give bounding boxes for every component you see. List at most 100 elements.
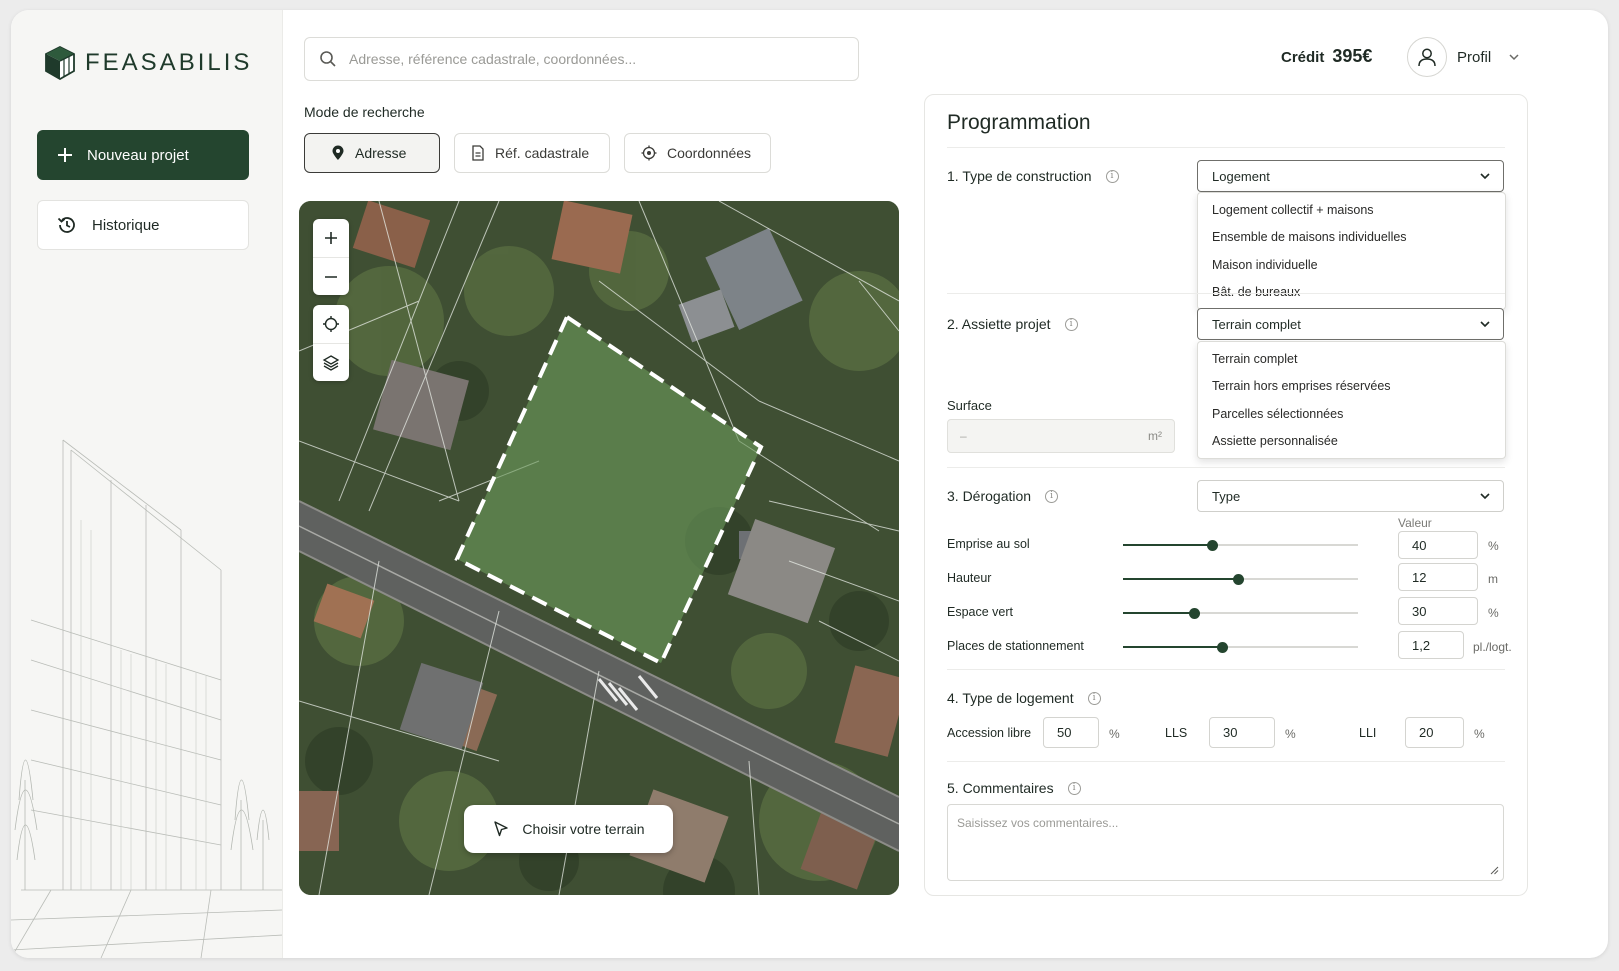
value-column-header: Valeur [1398, 516, 1432, 530]
lli-value-input[interactable]: 20 [1405, 717, 1464, 748]
map-view[interactable]: Choisir votre terrain [299, 201, 899, 895]
info-icon[interactable]: i [1064, 317, 1078, 331]
assiette-option[interactable]: Parcelles sélectionnées [1198, 400, 1505, 428]
plus-icon [325, 232, 337, 244]
building-sketch-illustration [11, 439, 282, 958]
search-input[interactable] [349, 51, 829, 67]
slider-thumb[interactable] [1207, 540, 1219, 551]
zoom-out-button[interactable] [313, 257, 349, 295]
mode-coordinates-label: Coordonnées [667, 145, 752, 161]
search-icon [320, 51, 336, 67]
locate-button[interactable] [313, 305, 349, 343]
derogation-type-value: Type [1212, 488, 1241, 504]
espace-vert-value-input[interactable]: 30 [1398, 597, 1478, 625]
lls-value-input[interactable]: 30 [1209, 717, 1275, 748]
app-window: FEASABILIS Nouveau projet Historique Adr… [11, 10, 1608, 958]
search-bar[interactable] [304, 37, 859, 81]
divider [947, 669, 1505, 670]
slider-thumb[interactable] [1216, 642, 1228, 653]
surface-unit: m² [1148, 429, 1162, 443]
derogation-label: 3. Dérogation i [947, 488, 1059, 504]
slider-thumb[interactable] [1188, 608, 1200, 619]
new-project-label: Nouveau projet [87, 146, 189, 164]
pin-icon [332, 145, 344, 160]
layers-button[interactable] [313, 343, 349, 381]
zoom-controls [313, 219, 349, 295]
assiette-option[interactable]: Terrain complet [1198, 345, 1505, 373]
slider-track[interactable] [1123, 540, 1358, 551]
assiette-value: Terrain complet [1212, 316, 1301, 332]
brand-logo[interactable]: FEASABILIS [45, 46, 252, 80]
construction-type-text: 1. Type de construction [947, 168, 1092, 184]
construction-type-select[interactable]: Logement [1197, 160, 1504, 192]
espace-vert-unit: % [1488, 606, 1499, 620]
slider-label: Emprise au sol [947, 537, 1030, 551]
slider-thumb[interactable] [1233, 574, 1245, 585]
resize-grip-icon[interactable] [1489, 865, 1499, 875]
map-toolbar [313, 219, 349, 381]
slider-stationnement: Places de stationnement 1,2 pl./logt. [947, 631, 1517, 662]
assiette-option[interactable]: Assiette personnalisée [1198, 428, 1505, 456]
chevron-down-icon [1480, 321, 1490, 328]
slider-label: Hauteur [947, 571, 992, 585]
zoom-in-button[interactable] [313, 219, 349, 257]
mode-coordinates-button[interactable]: Coordonnées [624, 133, 771, 173]
map-extra-controls [313, 305, 349, 381]
assiette-text: 2. Assiette projet [947, 316, 1051, 332]
emprise-unit: % [1488, 539, 1499, 553]
construction-option[interactable]: Logement collectif + maisons [1198, 196, 1505, 224]
slider-hauteur: Hauteur 12 m [947, 563, 1517, 594]
hauteur-value-input[interactable]: 12 [1398, 563, 1478, 591]
derogation-type-select[interactable]: Type [1197, 480, 1504, 512]
logement-type-label: 4. Type de logement i [947, 690, 1101, 706]
comments-textarea[interactable] [947, 804, 1504, 881]
new-project-button[interactable]: Nouveau projet [37, 130, 249, 180]
accession-label: Accession libre [947, 726, 1032, 740]
surface-label: Surface [947, 398, 992, 413]
info-icon[interactable]: i [1087, 691, 1101, 705]
mode-cadastral-button[interactable]: Réf. cadastrale [454, 133, 610, 173]
construction-option[interactable]: Ensemble de maisons individuelles [1198, 224, 1505, 252]
mode-address-button[interactable]: Adresse [304, 133, 440, 173]
slider-track[interactable] [1123, 608, 1358, 619]
assiette-option[interactable]: Terrain hors emprises réservées [1198, 373, 1505, 401]
aerial-image [299, 201, 899, 895]
chevron-down-icon [1509, 54, 1519, 61]
accession-unit: % [1109, 727, 1120, 741]
stationnement-unit: pl./logt. [1473, 640, 1512, 654]
divider [947, 293, 1505, 294]
avatar[interactable] [1407, 37, 1447, 77]
emprise-value-input[interactable]: 40 [1398, 531, 1478, 559]
history-button[interactable]: Historique [37, 200, 249, 250]
construction-option[interactable]: Maison individuelle [1198, 251, 1505, 279]
derogation-text: 3. Dérogation [947, 488, 1032, 504]
chevron-down-icon [1480, 493, 1490, 500]
minus-icon [325, 275, 337, 278]
assiette-label: 2. Assiette projet i [947, 316, 1078, 332]
layers-icon [322, 354, 340, 371]
profile-menu[interactable]: Profil [1407, 37, 1521, 77]
sidebar: FEASABILIS Nouveau projet Historique [11, 10, 283, 958]
choose-terrain-button[interactable]: Choisir votre terrain [464, 805, 673, 853]
lls-label: LLS [1165, 726, 1188, 740]
brand-name: FEASABILIS [85, 49, 253, 76]
info-icon[interactable]: i [1045, 489, 1059, 503]
search-mode-label: Mode de recherche [304, 104, 425, 120]
profile-label: Profil [1457, 48, 1492, 66]
programmation-panel: Programmation 1. Type de construction i … [924, 94, 1528, 896]
credit-display: Crédit 395€ [1281, 46, 1372, 67]
surface-value: – [960, 429, 967, 443]
divider [947, 147, 1505, 148]
info-icon[interactable]: i [1105, 169, 1119, 183]
slider-track[interactable] [1123, 574, 1358, 585]
logement-type-text: 4. Type de logement [947, 690, 1074, 706]
surface-field[interactable]: – m² [947, 419, 1175, 453]
lli-label: LLI [1359, 726, 1377, 740]
construction-type-label: 1. Type de construction i [947, 168, 1119, 184]
stationnement-value-input[interactable]: 1,2 [1398, 631, 1464, 659]
slider-track[interactable] [1123, 642, 1358, 653]
info-icon[interactable]: i [1067, 781, 1081, 795]
user-icon [1418, 48, 1436, 67]
assiette-select[interactable]: Terrain complet [1197, 308, 1504, 340]
accession-value-input[interactable]: 50 [1043, 717, 1099, 748]
